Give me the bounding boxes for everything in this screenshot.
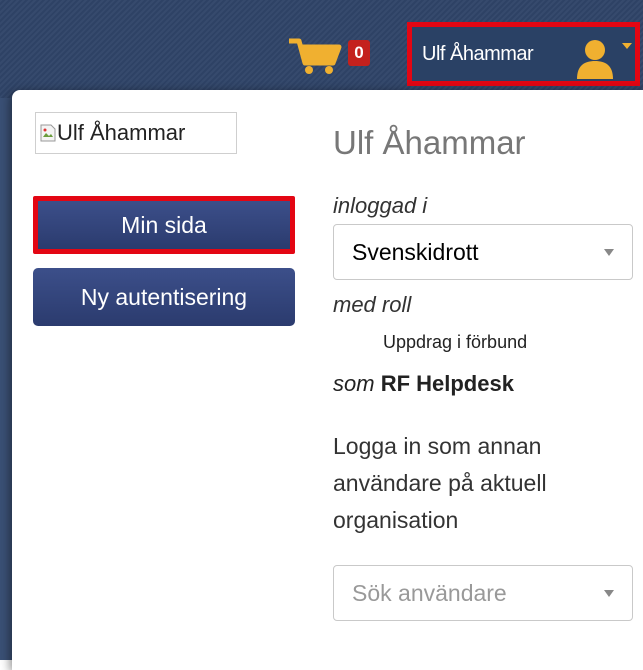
- as-label: som: [333, 371, 381, 396]
- as-value: RF Helpdesk: [380, 371, 514, 396]
- user-name-heading: Ulf Åhammar: [333, 124, 526, 161]
- background-page-edge: [0, 98, 12, 660]
- chevron-down-icon: [604, 249, 614, 256]
- top-navigation-bar: 0 Ulf Åhammar: [0, 0, 643, 98]
- user-avatar-image: Ulf Åhammar: [35, 112, 237, 154]
- role-value: Uppdrag i förbund: [383, 332, 528, 352]
- organization-select[interactable]: Svenskidrott: [333, 224, 633, 280]
- avatar-alt-text: Ulf Åhammar: [57, 120, 186, 145]
- role-label: med roll: [333, 292, 412, 317]
- chevron-down-icon: [622, 43, 632, 49]
- user-menu-button[interactable]: Ulf Åhammar: [407, 22, 640, 86]
- organization-select-value: Svenskidrott: [352, 238, 479, 265]
- cart-count-badge: 0: [348, 40, 370, 66]
- my-page-button[interactable]: Min sida: [33, 196, 295, 254]
- user-search-placeholder: Sök användare: [352, 579, 507, 606]
- shopping-cart-icon[interactable]: [287, 37, 343, 75]
- acting-as-line: som RF Helpdesk: [333, 371, 514, 397]
- user-menu-name: Ulf Åhammar: [422, 42, 534, 65]
- user-search-select[interactable]: Sök användare: [333, 565, 633, 621]
- broken-image-icon: [40, 124, 56, 142]
- chevron-down-icon: [604, 590, 614, 597]
- new-authentication-button[interactable]: Ny autentisering: [33, 268, 295, 326]
- login-other-user-text: Logga in som annan användare på aktuell …: [333, 433, 547, 533]
- logged-in-label: inloggad i: [333, 193, 428, 218]
- user-avatar-icon: [577, 40, 613, 79]
